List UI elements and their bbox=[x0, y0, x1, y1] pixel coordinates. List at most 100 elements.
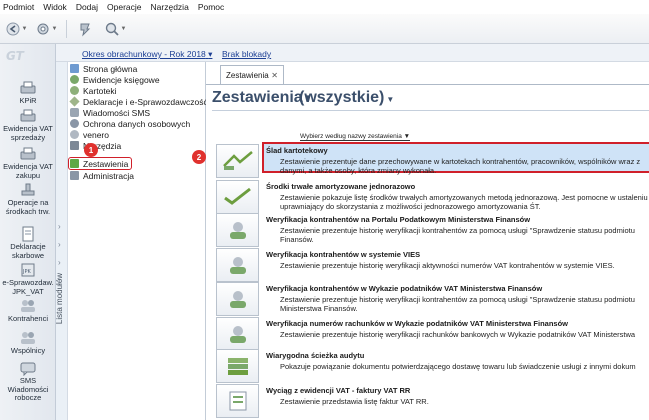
refresh-icon[interactable] bbox=[73, 19, 97, 39]
printer-icon bbox=[20, 109, 36, 122]
step-badge-2: 2 bbox=[192, 150, 206, 164]
chevron-right-icon: › bbox=[58, 240, 61, 249]
sms-icon bbox=[20, 362, 36, 376]
nav-item-records[interactable]: Kartoteki bbox=[70, 85, 117, 96]
report-thumbnail-icon bbox=[216, 349, 259, 383]
menu-operacje[interactable]: Operacje bbox=[107, 2, 142, 12]
nav-item-declarations[interactable]: Deklaracje i e-Sprawozdawczość bbox=[69, 96, 208, 107]
report-row[interactable]: Ślad kartotekowy Zestawienie prezentuje … bbox=[216, 142, 649, 178]
report-row[interactable]: Weryfikacja kontrahentów na Portalu Poda… bbox=[216, 213, 649, 247]
report-row[interactable]: Weryfikacja kontrahentów w Wykazie podat… bbox=[216, 282, 649, 316]
shield-icon bbox=[70, 119, 79, 128]
tools-icon bbox=[70, 141, 79, 150]
venero-icon bbox=[70, 130, 79, 139]
document-icon bbox=[22, 226, 34, 242]
close-icon[interactable]: ✕ bbox=[271, 71, 278, 80]
chevron-right-icon: › bbox=[58, 258, 61, 267]
back-arrow-icon[interactable]: ▼ bbox=[4, 19, 28, 39]
nav-item-home[interactable]: Strona główna bbox=[70, 63, 137, 74]
module-partners[interactable]: Wspólnicy bbox=[0, 330, 56, 356]
report-row[interactable]: Środki trwałe amortyzowane jednorazowo Z… bbox=[216, 180, 649, 214]
report-thumbnail-icon bbox=[216, 213, 259, 247]
reports-filter-dropdown[interactable]: (wszystkie) ▼ bbox=[299, 89, 394, 107]
gear-tools-icon[interactable]: ▼ bbox=[34, 19, 58, 39]
tab-divider bbox=[206, 84, 649, 85]
report-description: Zestawienie prezentuje dane przechowywan… bbox=[280, 157, 641, 175]
nav-item-reports[interactable]: Zestawienia bbox=[68, 157, 133, 170]
report-row[interactable]: Weryfikacja numerów rachunków w Wykazie … bbox=[216, 317, 649, 351]
report-description: Zestawienie pokazuje listę środków trwał… bbox=[280, 193, 648, 211]
locks-link[interactable]: Brak blokady bbox=[222, 49, 271, 59]
report-title: Weryfikacja kontrahentów w systemie VIES bbox=[266, 250, 421, 259]
folder-icon bbox=[70, 86, 79, 95]
module-vat-sales[interactable]: Ewidencja VAT sprzedaży bbox=[0, 108, 56, 142]
report-row[interactable]: Weryfikacja kontrahentów w systemie VIES… bbox=[216, 248, 649, 282]
people-icon bbox=[21, 332, 35, 344]
module-label: Ewidencja VAT sprzedaży bbox=[3, 124, 53, 142]
declaration-icon bbox=[69, 96, 80, 107]
sms-icon bbox=[70, 108, 79, 117]
chevron-right-icon: › bbox=[58, 222, 61, 231]
nav-item-venero[interactable]: venero bbox=[70, 129, 109, 140]
menu-bar: Podmiot Widok Dodaj Operacje Narzędzia P… bbox=[0, 0, 649, 14]
reports-panel: Zestawienia ✕ Zestawienia▼ (wszystkie) ▼ … bbox=[192, 62, 649, 420]
menu-widok[interactable]: Widok bbox=[43, 2, 67, 12]
module-sms[interactable]: SMS Wiadomości robocze bbox=[0, 360, 56, 403]
period-link[interactable]: Okres obrachunkowy - Rok 2018 ▾ bbox=[82, 49, 212, 60]
report-description: Zestawienie prezentuje historię weryfika… bbox=[280, 330, 636, 339]
report-title: Weryfikacja kontrahentów w Wykazie podat… bbox=[266, 284, 543, 293]
step-badge-1: 1 bbox=[84, 143, 98, 157]
module-label: Operacje na środkach trw. bbox=[5, 198, 51, 216]
tab-reports[interactable]: Zestawienia ✕ bbox=[220, 65, 284, 85]
menu-narzedzia[interactable]: Narzędzia bbox=[151, 2, 189, 12]
nav-item-admin[interactable]: Administracja bbox=[70, 170, 134, 181]
menu-pomoc[interactable]: Pomoc bbox=[198, 2, 224, 12]
module-label: KPiR bbox=[19, 96, 37, 105]
menu-dodaj[interactable]: Dodaj bbox=[76, 2, 98, 12]
report-title: Wiarygodna ścieżka audytu bbox=[266, 351, 365, 360]
report-icon bbox=[70, 159, 79, 168]
module-list-strip[interactable]: › › › › Lista modułów bbox=[55, 62, 68, 420]
home-icon bbox=[70, 64, 79, 73]
report-row[interactable]: Wiarygodna ścieżka audytu Pokazuje powią… bbox=[216, 349, 649, 383]
nav-item-ledgers[interactable]: Ewidencje księgowe bbox=[70, 74, 160, 85]
report-thumbnail-icon bbox=[216, 248, 259, 282]
module-vat-purchase[interactable]: Ewidencja VAT zakupu bbox=[0, 146, 56, 180]
report-thumbnail-icon bbox=[216, 144, 259, 178]
report-title: Ślad kartotekowy bbox=[266, 146, 328, 155]
printer-icon bbox=[20, 147, 36, 160]
module-declarations[interactable]: Deklaracje skarbowe bbox=[0, 226, 56, 260]
module-jpk-vat[interactable]: JPK e-Sprawozdaw. JPK_VAT bbox=[0, 262, 56, 296]
menu-podmiot[interactable]: Podmiot bbox=[3, 2, 34, 12]
report-row[interactable]: Wyciąg z ewidencji VAT - faktury VAT RR … bbox=[216, 384, 649, 418]
toolbar: ▼ ▼ ▼ bbox=[0, 14, 649, 44]
search-icon[interactable]: ▼ bbox=[103, 19, 127, 39]
printer-icon bbox=[20, 81, 36, 94]
jpk-icon: JPK bbox=[21, 263, 35, 277]
ledger-icon bbox=[70, 75, 79, 84]
toolbar-divider bbox=[66, 19, 67, 38]
header-divider bbox=[212, 110, 649, 111]
module-contractors[interactable]: Kontrahenci bbox=[0, 298, 56, 324]
report-thumbnail-icon bbox=[216, 282, 259, 316]
module-list-label: Lista modułów bbox=[55, 272, 65, 325]
module-label: Deklaracje skarbowe bbox=[10, 242, 46, 260]
module-list-panel: › › › › Lista modułów Strona główna Ewid… bbox=[55, 62, 208, 420]
module-label: SMS Wiadomości robocze bbox=[7, 376, 49, 402]
svg-text:GT: GT bbox=[6, 49, 25, 62]
people-icon bbox=[21, 300, 35, 312]
nav-item-sms[interactable]: Wiadomości SMS bbox=[70, 107, 150, 118]
report-thumbnail-icon bbox=[216, 317, 259, 351]
module-fixed-assets[interactable]: Operacje na środkach trw. bbox=[0, 182, 56, 216]
module-kpir[interactable]: KPiR bbox=[0, 80, 56, 106]
report-description: Zestawienie prezentuje historię weryfika… bbox=[280, 226, 635, 244]
nav-item-data-protection[interactable]: Ochrona danych osobowych bbox=[70, 118, 190, 129]
report-description: Zestawienie prezentuje historię weryfika… bbox=[280, 261, 615, 270]
module-label: e-Sprawozdaw. JPK_VAT bbox=[2, 278, 54, 296]
stamp-icon bbox=[21, 183, 35, 196]
name-selector[interactable]: Wybierz według nazwy zestawienia ▼ bbox=[300, 133, 411, 141]
report-title: Weryfikacja kontrahentów na Portalu Poda… bbox=[266, 215, 531, 224]
module-label: Ewidencja VAT zakupu bbox=[3, 162, 53, 180]
report-thumbnail-icon bbox=[216, 180, 259, 214]
module-bar: GT KPiR Ewidencja VAT sprzedaży Ewidencj… bbox=[0, 44, 56, 420]
